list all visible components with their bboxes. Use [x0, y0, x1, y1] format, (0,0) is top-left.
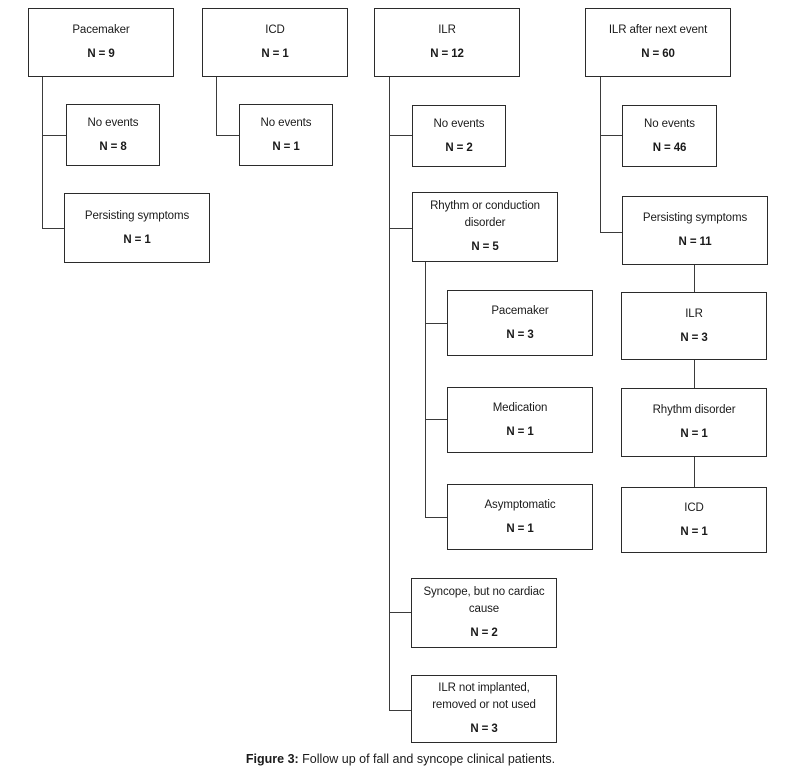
connector-rhythm-to-asymptomatic — [425, 517, 448, 518]
node-label: Persisting symptoms — [642, 212, 748, 225]
connector-icd-to-no-events — [216, 135, 241, 136]
node-count: N = 46 — [652, 141, 687, 154]
connector-rhythm-to-medication — [425, 419, 448, 420]
node-count: N = 1 — [680, 428, 708, 440]
connector-rhythm-disorder-to-icd-chain — [694, 457, 695, 487]
connector-ilr-to-syncope — [389, 612, 412, 613]
connector-pacemaker-trunk — [42, 77, 43, 229]
node-label: Asymptomatic — [484, 498, 556, 511]
node-label: Syncope, but no cardiac cause — [423, 586, 545, 616]
node-label: No events — [433, 117, 485, 130]
connector-rhythm-disorder-trunk — [425, 262, 426, 518]
node-count: N = 2 — [470, 626, 498, 639]
node-label: Rhythm disorder — [652, 404, 736, 417]
node-count: N = 1 — [506, 425, 534, 438]
node-label: No events — [87, 116, 139, 129]
connector-pacemaker-to-persisting — [42, 228, 65, 229]
node-count: N = 1 — [261, 48, 289, 60]
node-ilr-root: ILR N = 12 — [374, 8, 520, 77]
node-count: N = 11 — [678, 236, 712, 248]
node-icd-root: ICD N = 1 — [202, 8, 348, 77]
node-count: N = 9 — [87, 48, 115, 60]
connector-ilr-trunk — [389, 77, 390, 711]
node-label: ILR — [438, 24, 456, 37]
node-count: N = 3 — [680, 331, 708, 344]
node-icd-no-events: No events N = 1 — [239, 104, 333, 166]
node-rhythm-medication: Medication N = 1 — [447, 387, 593, 453]
node-rhythm-asymptomatic: Asymptomatic N = 1 — [447, 484, 593, 550]
node-pacemaker-no-events: No events N = 8 — [66, 104, 160, 166]
node-ilr-rhythm-or-conduction-disorder: Rhythm or conduction disorder N = 5 — [412, 192, 558, 262]
node-ilr-not-implanted-removed-or-not-used: ILR not implanted, removed or not used N… — [411, 675, 557, 743]
node-count: N = 1 — [272, 140, 300, 153]
node-ilr-after-icd: ICD N = 1 — [621, 487, 767, 553]
node-ilr-after-no-events: No events N = 46 — [622, 105, 717, 167]
node-count: N = 3 — [506, 328, 534, 341]
connector-ilr-to-rhythm-disorder — [389, 228, 413, 229]
node-label: Persisting symptoms — [84, 209, 190, 222]
node-label: Rhythm or conduction disorder — [430, 200, 540, 230]
node-ilr-after-persisting-symptoms: Persisting symptoms N = 11 — [622, 196, 768, 265]
node-count: N = 1 — [123, 233, 151, 246]
node-label: No events — [644, 117, 695, 130]
node-ilr-after-ilr: ILR N = 3 — [621, 292, 767, 360]
connector-persisting-to-ilr — [694, 265, 695, 292]
figure-caption: Figure 3: Follow up of fall and syncope … — [0, 752, 801, 766]
connector-ilr-to-not-implanted — [389, 710, 412, 711]
node-count: N = 1 — [506, 522, 534, 535]
node-count: N = 8 — [99, 140, 127, 153]
node-label: Pacemaker — [491, 304, 549, 317]
connector-ilr-to-no-events — [389, 135, 413, 136]
connector-ilr-to-rhythm-disorder-chain — [694, 360, 695, 388]
figure-caption-label: Figure 3: — [245, 752, 299, 766]
node-count: N = 5 — [471, 240, 499, 253]
node-label: ICD — [265, 24, 285, 37]
node-ilr-after-next-event-root: ILR after next event N = 60 — [585, 8, 731, 77]
node-count: N = 1 — [680, 525, 708, 538]
node-rhythm-pacemaker: Pacemaker N = 3 — [447, 290, 593, 356]
connector-pacemaker-to-no-events — [42, 135, 67, 136]
node-pacemaker-root: Pacemaker N = 9 — [28, 8, 174, 77]
node-label: Medication — [492, 401, 548, 414]
node-label: No events — [260, 116, 312, 129]
node-label: Pacemaker — [72, 24, 130, 37]
node-label: ICD — [684, 501, 704, 514]
connector-ilr-after-next-event-trunk — [600, 77, 601, 233]
flowchart-figure: Pacemaker N = 9 No events N = 8 Persisti… — [0, 0, 801, 784]
connector-icd-trunk — [216, 77, 217, 136]
node-ilr-after-rhythm-disorder: Rhythm disorder N = 1 — [621, 388, 767, 457]
node-pacemaker-persisting-symptoms: Persisting symptoms N = 1 — [64, 193, 210, 263]
node-ilr-no-events: No events N = 2 — [412, 105, 506, 167]
node-label: ILR — [685, 307, 703, 320]
connector-ilr-after-to-persisting — [600, 232, 623, 233]
node-label: ILR after next event — [608, 24, 708, 37]
node-count: N = 60 — [641, 48, 675, 60]
node-count: N = 12 — [430, 48, 464, 60]
node-count: N = 2 — [445, 141, 473, 154]
connector-ilr-after-to-no-events — [600, 135, 624, 136]
connector-rhythm-to-pacemaker — [425, 323, 448, 324]
figure-caption-text: Follow up of fall and syncope clinical p… — [298, 752, 556, 766]
node-label: ILR not implanted, removed or not used — [432, 682, 536, 712]
node-count: N = 3 — [470, 722, 498, 735]
node-ilr-syncope-no-cardiac-cause: Syncope, but no cardiac cause N = 2 — [411, 578, 557, 648]
